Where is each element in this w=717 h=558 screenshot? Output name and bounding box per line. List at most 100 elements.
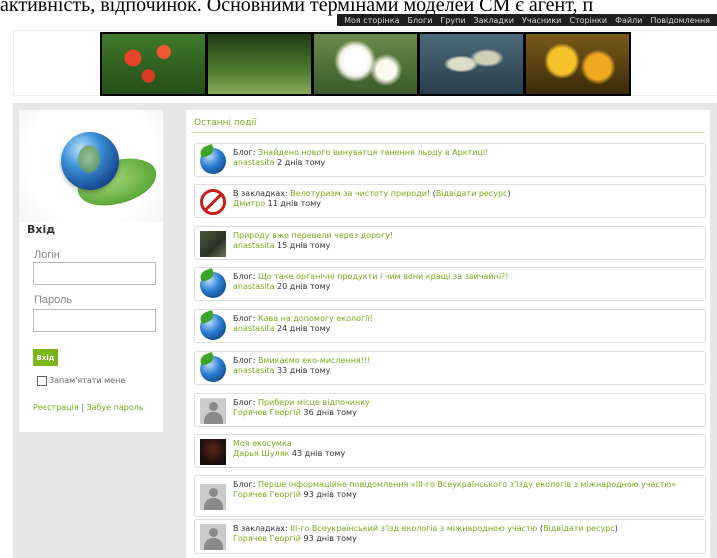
- default-user-avatar-icon[interactable]: [200, 524, 226, 550]
- event-title-link[interactable]: ІІІ-го Всеукраїнський з'їзд екологів з м…: [290, 524, 537, 533]
- banner-photo-willow: [420, 34, 523, 94]
- event-text: Блог: Вмикаємо еко-мислення!!! anastasit…: [233, 356, 699, 376]
- banner-photo-blossom: [314, 34, 417, 94]
- event-text: Блог: Що таке органічні продукти і чим в…: [233, 272, 699, 292]
- forgot-password-link[interactable]: Забуе пароль: [86, 403, 143, 412]
- nav-messages[interactable]: Повідомлення: [646, 16, 714, 25]
- event-item: Блог: Що таке органічні продукти і чим в…: [194, 267, 706, 301]
- login-button[interactable]: Вхід: [33, 349, 58, 366]
- event-author-link[interactable]: anastasita: [233, 324, 275, 333]
- event-item: Блог: Перше інформаційне повідомлення «І…: [194, 475, 706, 517]
- event-text: Блог: Перше інформаційне повідомлення «І…: [233, 480, 699, 500]
- globe-leaf-logo: [19, 110, 163, 222]
- event-author-link[interactable]: Горячев Георгій: [233, 408, 301, 417]
- earth-icon: [61, 132, 119, 190]
- recent-events-title: Останні події: [194, 118, 257, 128]
- event-text: В закладках: Велотуризм за чистоту приро…: [233, 189, 699, 209]
- event-type: Блог:: [233, 480, 258, 489]
- event-type: Блог:: [233, 272, 258, 281]
- event-author-link[interactable]: anastasita: [233, 241, 275, 250]
- visit-resource-link[interactable]: Відвідати ресурс: [436, 189, 508, 198]
- earth-avatar-icon[interactable]: [200, 356, 226, 382]
- photo-avatar-icon[interactable]: [200, 231, 226, 257]
- event-author-link[interactable]: Дмитро: [233, 199, 265, 208]
- event-author-link[interactable]: anastasita: [233, 282, 275, 291]
- event-author-link[interactable]: anastasita: [233, 158, 275, 167]
- default-user-avatar-icon[interactable]: [200, 484, 226, 510]
- event-text: Блог: Прибери місце відпочинку Горячев Г…: [233, 398, 699, 418]
- banner-photo-flowers: [102, 34, 205, 94]
- event-title-link[interactable]: Кава на допомогу екології!: [258, 314, 373, 323]
- banner-photo-crocus: [526, 34, 629, 94]
- event-time: 36 днів тому: [300, 408, 357, 417]
- event-title-link[interactable]: Моя екосумка: [233, 439, 292, 448]
- event-title-link[interactable]: Перше інформаційне повідомлення «ІІІ-го …: [258, 480, 676, 489]
- event-author-link[interactable]: anastasita: [233, 366, 275, 375]
- event-title-link[interactable]: Вмикаємо еко-мислення!!!: [258, 356, 370, 365]
- paren-close: ): [614, 524, 618, 533]
- login-title: Вхід: [27, 223, 56, 236]
- event-title-link[interactable]: Знайдено нового винуватця танення льоду …: [258, 148, 488, 157]
- event-time: 93 днів тому: [300, 490, 357, 499]
- remember-label: Запам'ятати мене: [49, 376, 126, 385]
- event-title-link[interactable]: Велотуризм за чистоту природи!: [290, 189, 430, 198]
- banner-photo-field: [208, 34, 311, 94]
- event-item: Блог: Вмикаємо еко-мислення!!! anastasit…: [194, 351, 706, 385]
- event-time: 33 днів тому: [274, 366, 331, 375]
- event-text: Блог: Кава на допомогу екології! anastas…: [233, 314, 699, 334]
- nav-my-page[interactable]: Моя сторінка: [340, 16, 403, 25]
- nav-pages[interactable]: Сторінки: [565, 16, 611, 25]
- nav-members[interactable]: Учасники: [518, 16, 565, 25]
- title-divider: [191, 132, 705, 133]
- event-type: В закладках:: [233, 524, 291, 533]
- nav-bookmarks[interactable]: Закладки: [470, 16, 518, 25]
- event-type: Блог:: [233, 398, 258, 407]
- event-item: Блог: Прибери місце відпочинку Горячев Г…: [194, 393, 706, 427]
- login-label: Логін: [34, 249, 60, 261]
- event-item: Моя екосумка Дарья Шуляк 43 днів тому: [194, 434, 706, 468]
- event-time: 2 днів тому: [274, 158, 326, 167]
- earth-avatar-icon[interactable]: [200, 272, 226, 298]
- login-sidebar: Вхід Логін Пароль Вхід Запам'ятати мене …: [19, 110, 163, 432]
- event-author-link[interactable]: Горячев Георгій: [233, 534, 301, 543]
- event-item: Блог: Кава на допомогу екології! anastas…: [194, 309, 706, 343]
- dark-photo-avatar-icon[interactable]: [200, 439, 226, 465]
- recent-events-panel: Останні події Блог: Знайдено нового вину…: [186, 110, 710, 558]
- nav-groups[interactable]: Групи: [436, 16, 469, 25]
- event-time: 15 днів тому: [274, 241, 331, 250]
- event-type: Блог:: [233, 356, 258, 365]
- auth-links: Реєстрація | Забуе пароль: [33, 402, 153, 413]
- nav-files[interactable]: Файли: [611, 16, 646, 25]
- nav-blogs[interactable]: Блоги: [404, 16, 437, 25]
- event-item: Природу вже перевели через дорогу! anast…: [194, 226, 706, 260]
- default-user-avatar-icon[interactable]: [200, 398, 226, 424]
- event-title-link[interactable]: Що таке органічні продукти і чим вони кр…: [258, 272, 509, 281]
- event-title-link[interactable]: Прибери місце відпочинку: [258, 398, 370, 407]
- event-type: Блог:: [233, 148, 258, 157]
- visit-resource-link[interactable]: Відвідати ресурс: [543, 524, 615, 533]
- event-time: 24 днів тому: [274, 324, 331, 333]
- event-time: 43 днів тому: [289, 449, 346, 458]
- event-type: В закладках:: [233, 189, 291, 198]
- event-author-link[interactable]: Горячев Георгій: [233, 490, 301, 499]
- event-time: 20 днів тому: [274, 282, 331, 291]
- password-input[interactable]: [33, 309, 156, 332]
- login-input[interactable]: [33, 262, 156, 285]
- no-bike-avatar-icon[interactable]: [200, 189, 226, 215]
- top-navigation: Моя сторінка Блоги Групи Закладки Учасни…: [337, 14, 717, 26]
- event-text: Моя екосумка Дарья Шуляк 43 днів тому: [233, 439, 699, 459]
- remember-checkbox[interactable]: [37, 376, 47, 386]
- event-author-link[interactable]: Дарья Шуляк: [233, 449, 289, 458]
- header-banner: [100, 32, 631, 96]
- earth-avatar-icon[interactable]: [200, 314, 226, 340]
- event-time: 11 днів тому: [265, 199, 321, 208]
- event-title-link[interactable]: Природу вже перевели через дорогу!: [233, 231, 393, 240]
- event-type: Блог:: [233, 314, 258, 323]
- event-item: Блог: Знайдено нового винуватця танення …: [194, 143, 706, 177]
- event-item: В закладках: ІІІ-го Всеукраїнський з'їзд…: [194, 519, 706, 554]
- link-separator: |: [81, 403, 84, 412]
- password-label: Пароль: [34, 294, 73, 306]
- earth-avatar-icon[interactable]: [200, 148, 226, 174]
- event-text: Природу вже перевели через дорогу! anast…: [233, 231, 699, 251]
- register-link[interactable]: Реєстрація: [33, 403, 79, 412]
